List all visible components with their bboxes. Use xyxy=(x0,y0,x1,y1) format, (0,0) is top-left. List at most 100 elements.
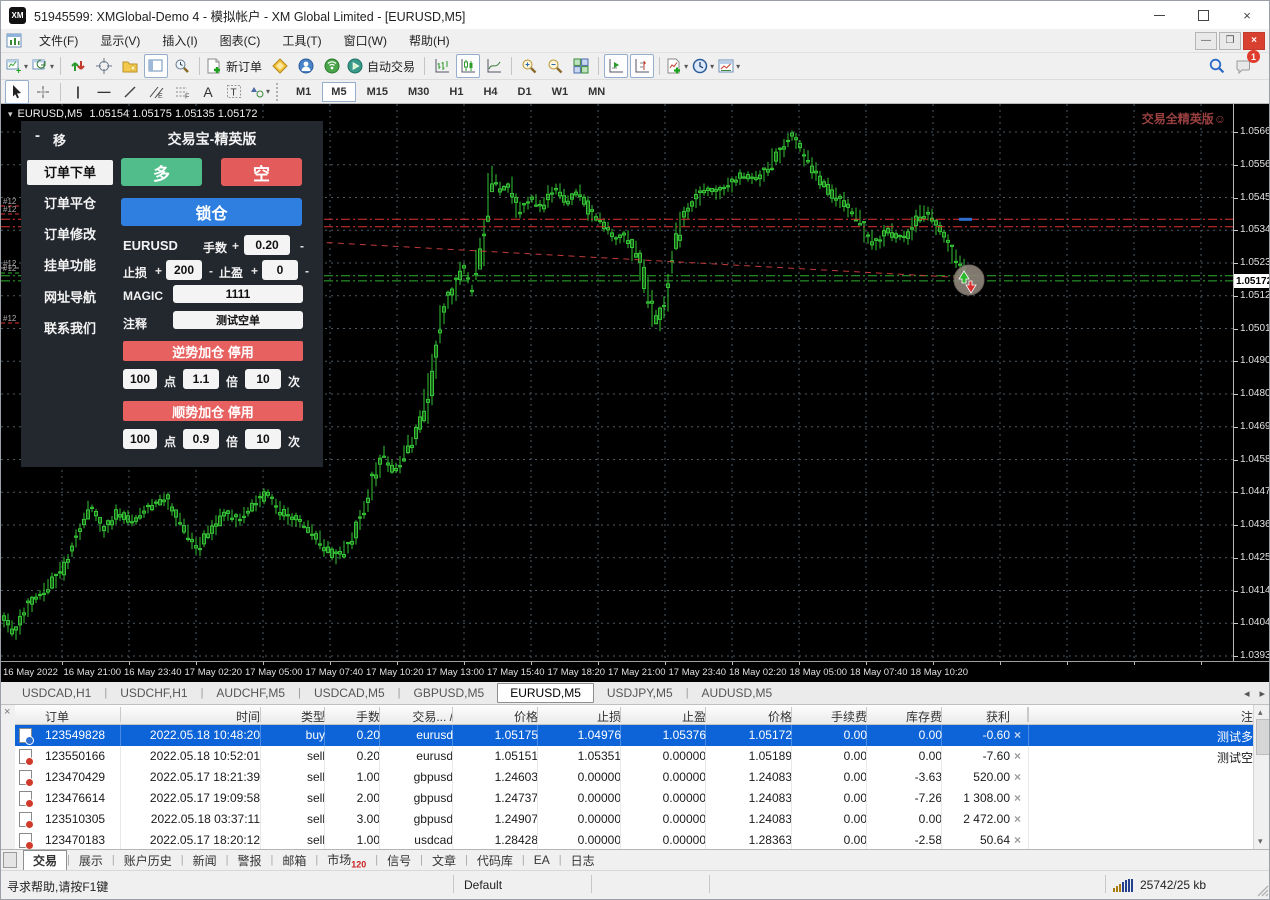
trend-following-martingale-button[interactable]: 顺势加仓 停用 xyxy=(123,401,303,421)
cursor-tool-button[interactable] xyxy=(5,80,29,104)
time-axis[interactable]: 16 May 202216 May 21:0016 May 23:4017 Ma… xyxy=(1,661,1270,683)
counter-multiplier-input[interactable]: 1.1 xyxy=(183,369,219,389)
order-row[interactable]: 1235103052022.05.18 03:37:11sell3.00gbpu… xyxy=(15,809,1253,831)
close-order-button[interactable]: × xyxy=(1014,770,1021,784)
counter-times-input[interactable]: 10 xyxy=(245,369,281,389)
timeframe-m1-button[interactable]: M1 xyxy=(287,82,320,102)
stoploss-decrease-button[interactable]: - xyxy=(209,264,213,278)
channel-tool-button[interactable]: E xyxy=(144,80,168,104)
panel-menu-place-order[interactable]: 订单下单 xyxy=(27,160,113,185)
terminal-tab-market[interactable]: 市场120 xyxy=(318,850,375,870)
terminal-tab-exposure[interactable]: 展示 xyxy=(70,851,112,870)
profiles-button-dropdown-icon[interactable]: ▾ xyxy=(50,62,54,71)
periods-button[interactable]: ▾ xyxy=(691,54,715,78)
trendline-tool-button[interactable] xyxy=(118,80,142,104)
counter-trend-martingale-button[interactable]: 逆势加仓 停用 xyxy=(123,341,303,361)
trend-times-input[interactable]: 10 xyxy=(245,429,281,449)
terminal-tab-mailbox[interactable]: 邮箱 xyxy=(273,851,315,870)
chart-tab-usdjpy-m5[interactable]: USDJPY,M5 xyxy=(594,684,686,702)
panel-menu-pending-order[interactable]: 挂单功能 xyxy=(27,253,113,278)
indicators-button-dropdown-icon[interactable]: ▾ xyxy=(684,62,688,71)
order-row[interactable]: 1234704292022.05.17 18:21:39sell1.00gbpu… xyxy=(15,767,1253,789)
lots-increase-button[interactable]: + xyxy=(232,239,239,253)
takeprofit-increase-button[interactable]: + xyxy=(251,264,258,278)
candlestick-mode-button[interactable] xyxy=(456,54,480,78)
takeprofit-input[interactable]: 0 xyxy=(262,260,298,280)
order-row[interactable]: 1234766142022.05.17 19:09:58sell2.00gbpu… xyxy=(15,788,1253,810)
terminal-tab-signals[interactable]: 信号 xyxy=(378,851,420,870)
zoom-out-button[interactable] xyxy=(543,54,567,78)
stoploss-input[interactable]: 200 xyxy=(166,260,202,280)
metaeditor-button[interactable] xyxy=(268,54,292,78)
timeframe-mn-button[interactable]: MN xyxy=(579,82,614,102)
chart-collapse-icon[interactable]: ▾ xyxy=(8,109,13,120)
panel-menu-close-order[interactable]: 订单平仓 xyxy=(27,191,113,216)
window-maximize-button[interactable] xyxy=(1181,1,1225,29)
column-header-profit[interactable]: 获利 xyxy=(948,708,1010,725)
templates-button[interactable]: ▾ xyxy=(717,54,741,78)
chart-close-button[interactable]: × xyxy=(1243,32,1265,50)
indicators-button[interactable]: ▾ xyxy=(665,54,689,78)
column-header-order[interactable]: 订单 xyxy=(45,708,125,725)
status-profile[interactable]: Default xyxy=(464,878,502,892)
timeframe-h4-button[interactable]: H4 xyxy=(474,82,506,102)
menu-insert[interactable]: 插入(I) xyxy=(151,31,208,51)
price-axis[interactable]: 1.056651.055601.054501.053401.052301.051… xyxy=(1233,104,1270,661)
menu-tools[interactable]: 工具(T) xyxy=(271,31,332,51)
close-order-button[interactable]: × xyxy=(1014,728,1021,742)
takeprofit-decrease-button[interactable]: - xyxy=(305,264,309,278)
terminal-tab-code-base[interactable]: 代码库 xyxy=(468,851,522,870)
order-row[interactable]: 1234701832022.05.17 18:20:12sell1.00usdc… xyxy=(15,830,1253,849)
bar-chart-mode-button[interactable] xyxy=(430,54,454,78)
search-button[interactable] xyxy=(1205,54,1229,78)
order-row[interactable]: 1235498282022.05.18 10:48:20buy0.20eurus… xyxy=(15,725,1253,746)
order-row[interactable]: 1235501662022.05.18 10:52:01sell0.20euru… xyxy=(15,746,1253,768)
counter-points-input[interactable]: 100 xyxy=(123,369,157,389)
window-close-button[interactable]: × xyxy=(1225,1,1269,29)
fibonacci-tool-button[interactable]: F xyxy=(170,80,194,104)
close-order-button[interactable]: × xyxy=(1014,833,1021,847)
column-header-commission[interactable]: 手续费 xyxy=(798,708,867,725)
chart-minimize-button[interactable]: — xyxy=(1195,32,1217,50)
orders-table-header[interactable]: 订单时间类型手数交易... /价格止损止盈价格手续费库存费获利注释 xyxy=(15,705,1253,725)
lock-position-button[interactable]: 锁仓 xyxy=(121,198,302,226)
column-header-price[interactable]: 价格 xyxy=(459,708,538,725)
new-chart-button-dropdown-icon[interactable]: ▾ xyxy=(24,62,28,71)
mql-community-button[interactable] xyxy=(294,54,318,78)
strategy-tester-button[interactable] xyxy=(170,54,194,78)
column-header-comment[interactable]: 注释 xyxy=(1035,708,1265,725)
terminal-tab-news[interactable]: 新闻 xyxy=(184,851,226,870)
chart-area[interactable]: #12#12#12#12#12 ▾ EURUSD,M5 1.05154 1.05… xyxy=(1,104,1270,661)
chart-tab-eurusd-m5[interactable]: EURUSD,M5 xyxy=(497,683,594,703)
chart-tab-usdchf-h1[interactable]: USDCHF,H1 xyxy=(107,684,200,702)
chart-restore-button[interactable]: ❐ xyxy=(1219,32,1241,50)
label-tool-button[interactable]: T xyxy=(222,80,246,104)
timeframe-m30-button[interactable]: M30 xyxy=(399,82,438,102)
templates-button-dropdown-icon[interactable]: ▾ xyxy=(736,62,740,71)
window-minimize-button[interactable] xyxy=(1137,1,1181,29)
horizontal-line-tool-button[interactable]: — xyxy=(92,80,116,104)
terminal-tab-ea[interactable]: EA xyxy=(525,852,559,868)
sell-button[interactable]: 空 xyxy=(221,158,302,186)
signals-button[interactable] xyxy=(320,54,344,78)
panel-menu-modify-order[interactable]: 订单修改 xyxy=(27,222,113,247)
magic-input[interactable]: 1111 xyxy=(173,285,303,303)
auto-scroll-button[interactable] xyxy=(604,54,628,78)
close-order-button[interactable]: × xyxy=(1014,791,1021,805)
lots-input[interactable]: 0.20 xyxy=(244,235,290,255)
column-header-time[interactable]: 时间 xyxy=(127,708,260,725)
tile-windows-button[interactable] xyxy=(569,54,593,78)
chart-tab-usdcad-h1[interactable]: USDCAD,H1 xyxy=(9,684,104,702)
terminal-tab-trade[interactable]: 交易 xyxy=(23,850,67,871)
panel-minimize-button[interactable]: - xyxy=(35,127,40,144)
profiles-button[interactable]: ▾ xyxy=(31,54,55,78)
chart-tab-audchf-m5[interactable]: AUDCHF,M5 xyxy=(203,684,298,702)
panel-menu-contact-us[interactable]: 联系我们 xyxy=(27,316,113,341)
stoploss-increase-button[interactable]: + xyxy=(155,264,162,278)
notifications-button[interactable]: 1 xyxy=(1231,54,1255,78)
column-header-type[interactable]: 类型 xyxy=(267,708,325,725)
terminal-tab-alerts[interactable]: 警报 xyxy=(229,851,271,870)
chart-shift-button[interactable] xyxy=(630,54,654,78)
lots-decrease-button[interactable]: - xyxy=(300,239,304,253)
column-header-symbol[interactable]: 交易... / xyxy=(386,708,453,725)
